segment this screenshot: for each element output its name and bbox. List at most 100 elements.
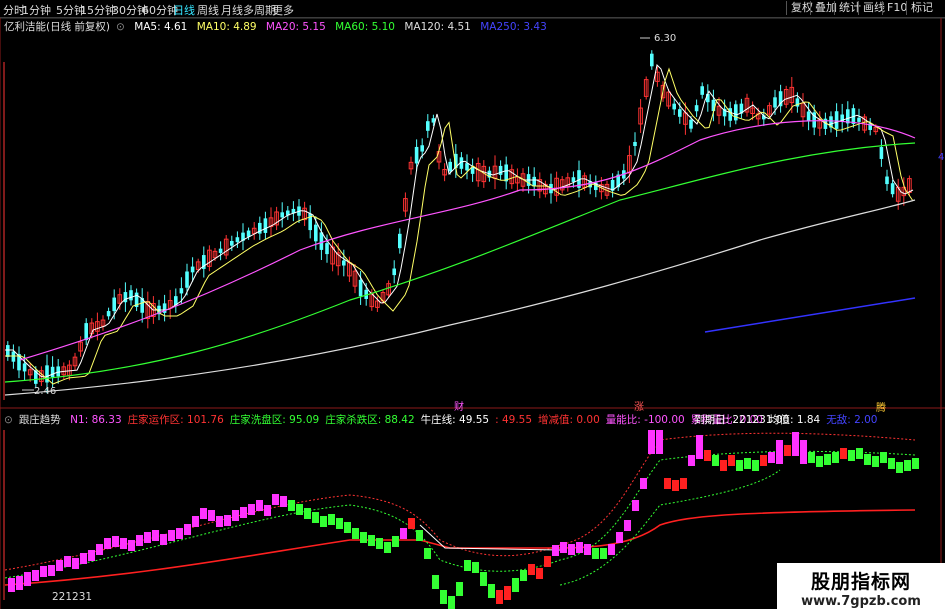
event-marker-finance[interactable]: 财 bbox=[454, 398, 464, 413]
indicator-block bbox=[232, 510, 239, 521]
indicator-block bbox=[216, 516, 223, 527]
indicator-block bbox=[904, 460, 911, 471]
indicator-block bbox=[408, 518, 415, 529]
indicator-block bbox=[64, 556, 71, 567]
indicator-block bbox=[248, 504, 255, 515]
indicator-block bbox=[160, 534, 167, 545]
candle-body-down bbox=[498, 165, 503, 175]
indicator-block bbox=[664, 478, 671, 489]
indicator-block bbox=[528, 564, 535, 575]
indicator-block bbox=[432, 575, 439, 589]
indicator-block bbox=[200, 508, 207, 519]
ma10-line bbox=[5, 67, 914, 385]
settings-icon[interactable]: ⊙ bbox=[116, 21, 125, 33]
kline-chart[interactable] bbox=[0, 0, 945, 609]
indicator-block bbox=[120, 538, 127, 549]
indicator-block bbox=[440, 590, 447, 604]
indicator-block bbox=[760, 455, 767, 466]
indicator-block bbox=[48, 565, 55, 576]
right-axis-mark: 4 bbox=[938, 152, 945, 163]
indicator-block bbox=[832, 452, 839, 463]
indicator-block bbox=[640, 478, 647, 489]
indicator-title: 跟庄趋势 bbox=[18, 414, 61, 426]
candle-body-down bbox=[700, 86, 704, 95]
indicator-block bbox=[496, 590, 503, 604]
indicator-block bbox=[280, 496, 287, 507]
indicator-block bbox=[360, 532, 367, 543]
expiry-date: 到期日: 221231.00 bbox=[694, 414, 790, 426]
indicator-block bbox=[696, 435, 703, 459]
indicator-block bbox=[800, 440, 807, 464]
candle-body-down bbox=[235, 237, 240, 243]
candle-body-down bbox=[56, 366, 60, 377]
candle-body-down bbox=[678, 109, 682, 117]
indicator-block bbox=[608, 544, 615, 555]
indicator-block bbox=[864, 454, 871, 465]
candle-body-down bbox=[633, 141, 637, 147]
indicator-block bbox=[600, 548, 607, 559]
n1-value: N1: 86.33 bbox=[70, 414, 122, 426]
ma5-line bbox=[5, 63, 914, 378]
indicator-block bbox=[480, 572, 487, 586]
indicator-block bbox=[144, 532, 151, 543]
indicator-block bbox=[72, 558, 79, 569]
ma20-value: MA20: 5.15 bbox=[265, 21, 326, 33]
low-price-label: 2.46 bbox=[34, 386, 57, 397]
candle-body-down bbox=[650, 53, 654, 67]
indicator-block bbox=[176, 528, 183, 539]
candle-body-down bbox=[571, 177, 576, 182]
candle-body-down bbox=[106, 311, 111, 317]
candle-body-down bbox=[179, 288, 184, 294]
watermark: 股朋指标网 www.7gpzb.com bbox=[777, 563, 945, 609]
indicator-block bbox=[880, 452, 887, 463]
candle-body-down bbox=[129, 290, 133, 301]
candle-body-down bbox=[280, 212, 284, 218]
ma250-value: MA250: 3.43 bbox=[480, 21, 547, 33]
indicator-block bbox=[32, 570, 39, 581]
ma5-value: MA5: 4.61 bbox=[134, 21, 188, 33]
indicator-block bbox=[352, 528, 359, 539]
indicator-block bbox=[808, 452, 815, 463]
candle-body-down bbox=[319, 232, 324, 250]
candle-body-down bbox=[112, 297, 116, 312]
indicator-block bbox=[840, 448, 847, 459]
indicator-block bbox=[392, 536, 399, 547]
candle-body-down bbox=[230, 240, 234, 246]
indicator-block bbox=[816, 456, 823, 467]
indicator-block bbox=[736, 460, 743, 471]
bull-line-alt-value: : 49.55 bbox=[495, 414, 533, 426]
indicator-block bbox=[552, 545, 559, 556]
indicator-block bbox=[104, 538, 111, 549]
ma10-value: MA10: 4.89 bbox=[196, 21, 257, 33]
indicator-block bbox=[824, 454, 831, 465]
watermark-url: www.7gpzb.com bbox=[801, 594, 921, 609]
indicator-block bbox=[16, 576, 23, 590]
wash-zone-value: 庄家洗盘区: 95.09 bbox=[229, 414, 320, 426]
indicator-block bbox=[680, 478, 687, 489]
stock-title: 亿利洁能(日线 前复权) bbox=[4, 21, 111, 33]
indicator-block bbox=[256, 500, 263, 511]
indicator-block bbox=[568, 544, 575, 555]
indicator-block bbox=[560, 542, 567, 553]
ma250-line bbox=[704, 297, 916, 333]
indicator-block bbox=[56, 560, 63, 571]
indicator-block bbox=[416, 530, 423, 541]
indicator-block bbox=[656, 430, 663, 454]
indicator-block bbox=[304, 508, 311, 519]
event-marker-rise[interactable]: 涨 bbox=[634, 398, 644, 413]
indicator-block bbox=[624, 520, 631, 531]
kill-zone-value: 庄家杀跌区: 88.42 bbox=[325, 414, 415, 426]
indicator-settings-icon[interactable]: ⊙ bbox=[4, 414, 13, 426]
indicator-block bbox=[848, 450, 855, 461]
candle-body-down bbox=[694, 105, 699, 112]
indicator-block bbox=[80, 553, 87, 564]
bull-line-value: 牛庄线: 49.55 bbox=[420, 414, 490, 426]
indicator-block bbox=[688, 455, 695, 466]
candle-body-down bbox=[6, 345, 10, 357]
indicator-block bbox=[424, 548, 431, 559]
indicator-block bbox=[720, 460, 727, 471]
indicator-block bbox=[336, 518, 343, 529]
candle-body-down bbox=[358, 279, 363, 297]
indicator-block bbox=[8, 578, 15, 592]
indicator-block bbox=[856, 448, 863, 459]
